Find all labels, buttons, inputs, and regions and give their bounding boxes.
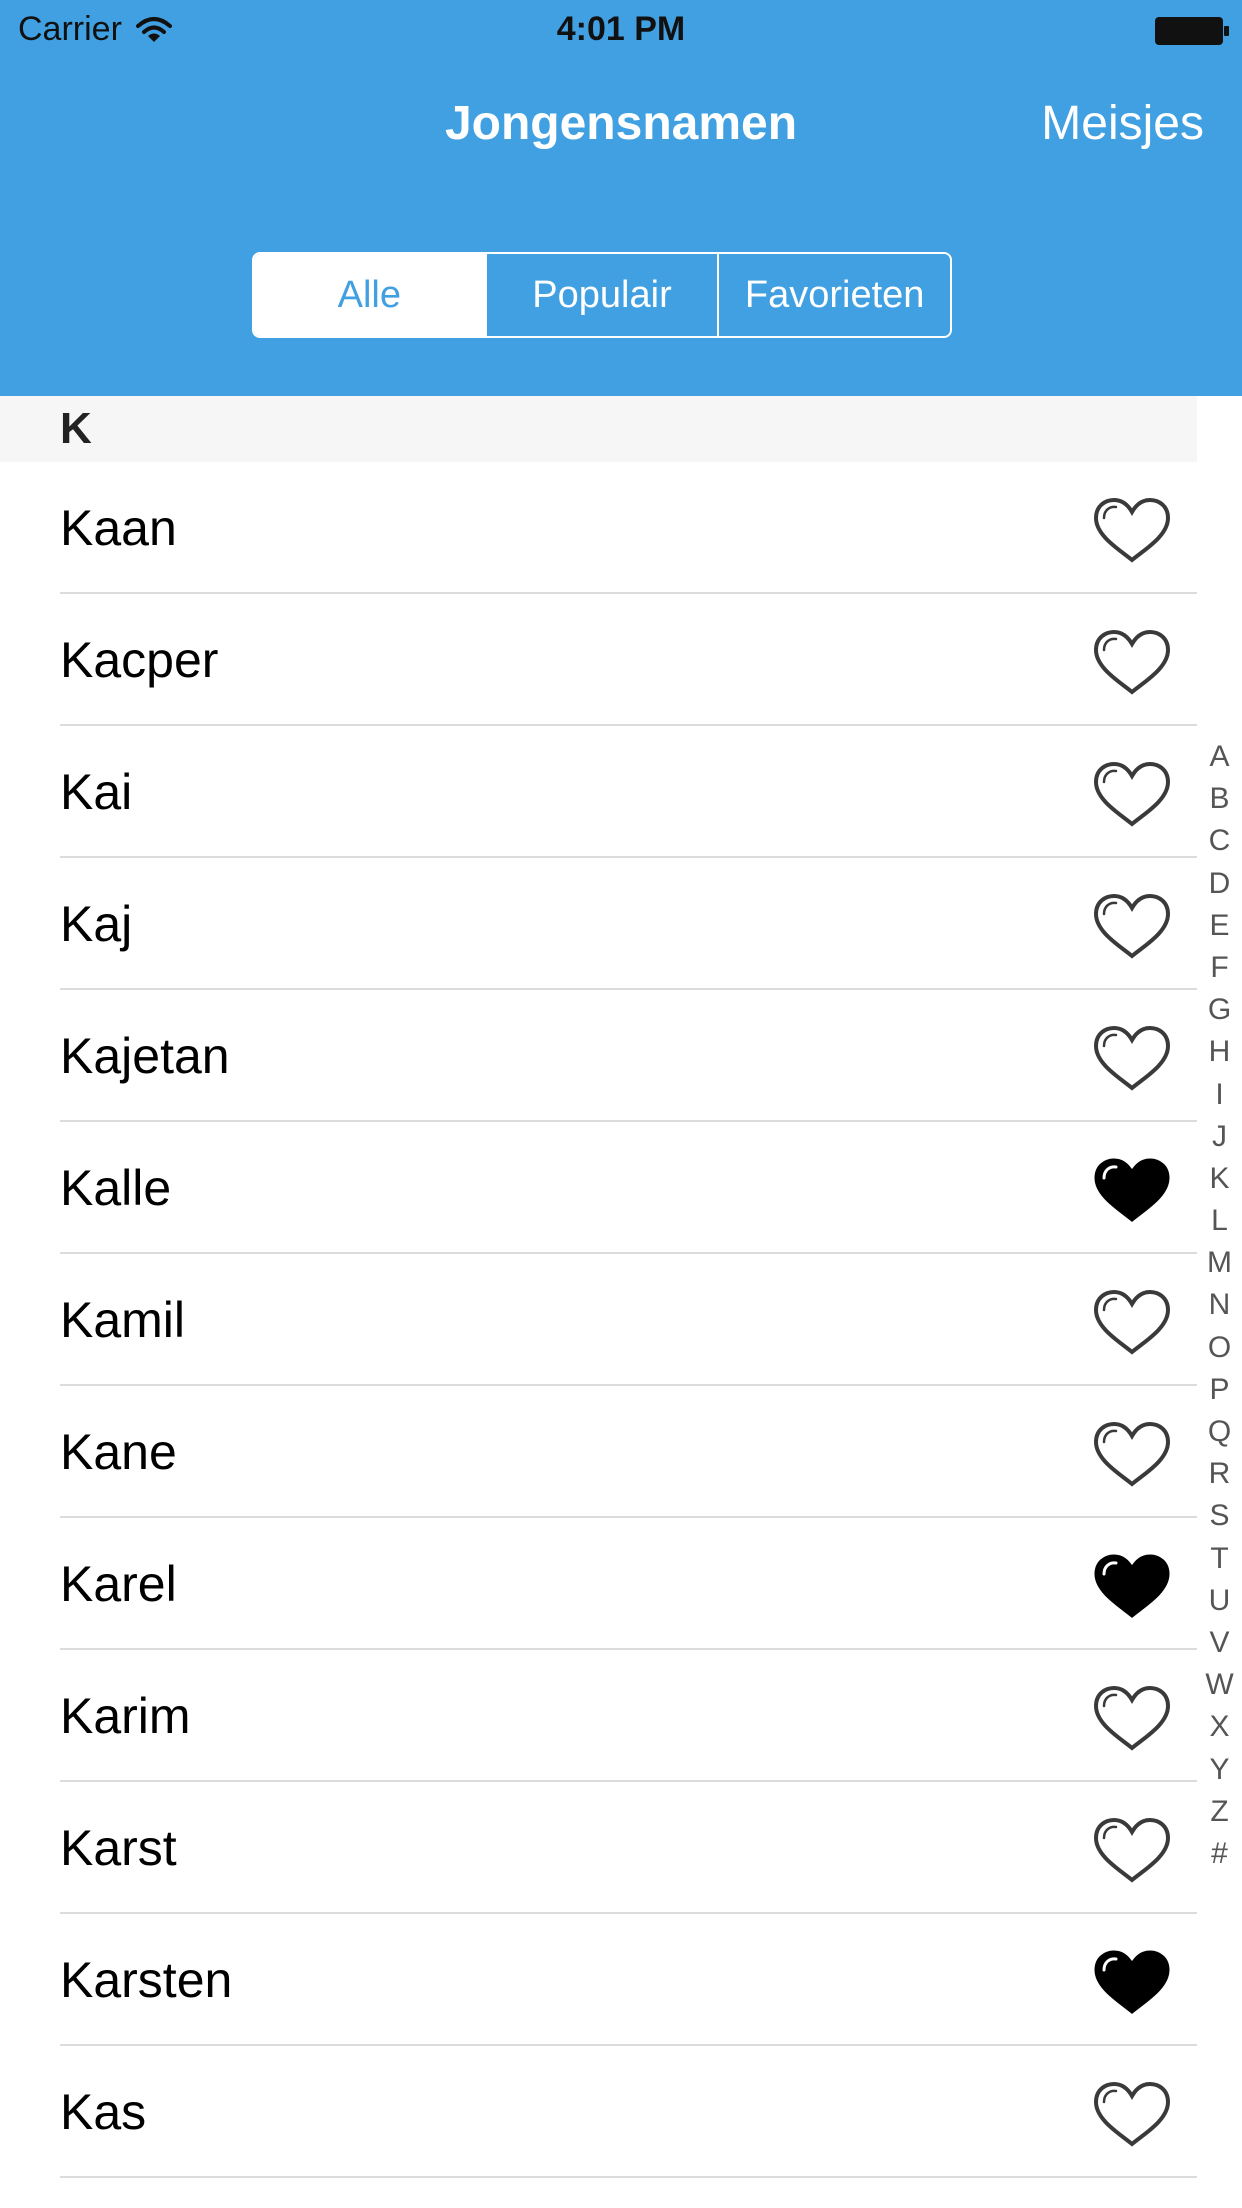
list-item[interactable]: Kajetan: [0, 990, 1197, 1122]
index-letter[interactable]: L: [1197, 1200, 1242, 1242]
index-letter[interactable]: J: [1197, 1116, 1242, 1158]
heart-outline-icon[interactable]: [1090, 1814, 1174, 1886]
index-letter[interactable]: U: [1197, 1580, 1242, 1622]
name-label: Kane: [60, 1424, 177, 1480]
name-label: Karim: [60, 1688, 191, 1744]
index-letter[interactable]: R: [1197, 1453, 1242, 1495]
index-letter[interactable]: X: [1197, 1706, 1242, 1748]
heart-filled-icon[interactable]: [1090, 1946, 1174, 2018]
list-item[interactable]: Kai: [0, 726, 1197, 858]
name-label: Kai: [60, 764, 133, 820]
list-item[interactable]: Kaj: [0, 858, 1197, 990]
name-label: Karsten: [60, 1952, 233, 2008]
index-letter[interactable]: S: [1197, 1495, 1242, 1537]
index-letter[interactable]: #: [1197, 1833, 1242, 1875]
list-item[interactable]: Kamil: [0, 1254, 1197, 1386]
list-item[interactable]: Karst: [0, 1782, 1197, 1914]
heart-outline-icon[interactable]: [1090, 1418, 1174, 1490]
heart-outline-icon[interactable]: [1090, 2078, 1174, 2150]
index-letter[interactable]: D: [1197, 863, 1242, 905]
name-label: Karst: [60, 1820, 177, 1876]
girls-names-button[interactable]: Meisjes: [1041, 96, 1204, 151]
alphabet-index[interactable]: A B C D E F G H I J K L M N O P Q R S T U V W X Y Z #: [1197, 736, 1242, 1875]
names-list: Kaan Kacper Kai Kaj Kajetan Kalle Kamil Kane Kar…: [0, 462, 1197, 2178]
index-letter[interactable]: K: [1197, 1158, 1242, 1200]
status-time: 4:01 PM: [556, 10, 686, 48]
heart-filled-icon[interactable]: [1090, 1154, 1174, 1226]
section-header: K: [0, 396, 1197, 462]
heart-outline-icon[interactable]: [1090, 1022, 1174, 1094]
name-label: Kas: [60, 2084, 147, 2140]
index-letter[interactable]: P: [1197, 1369, 1242, 1411]
battery-icon: [1155, 17, 1229, 45]
index-letter[interactable]: E: [1197, 905, 1242, 947]
index-letter[interactable]: Z: [1197, 1791, 1242, 1833]
name-label: Kalle: [60, 1160, 172, 1216]
index-letter[interactable]: V: [1197, 1622, 1242, 1664]
list-item[interactable]: Kaan: [0, 462, 1197, 594]
segment-all[interactable]: Alle: [254, 254, 485, 336]
heart-outline-icon[interactable]: [1090, 1286, 1174, 1358]
segment-favorites[interactable]: Favorieten: [717, 254, 950, 336]
index-letter[interactable]: C: [1197, 820, 1242, 862]
index-letter[interactable]: T: [1197, 1538, 1242, 1580]
filter-segmented-control: Alle Populair Favorieten: [252, 252, 952, 338]
list-item[interactable]: Karel: [0, 1518, 1197, 1650]
index-letter[interactable]: O: [1197, 1327, 1242, 1369]
name-label: Kajetan: [60, 1028, 230, 1084]
heart-outline-icon[interactable]: [1090, 890, 1174, 962]
index-letter[interactable]: F: [1197, 947, 1242, 989]
heart-filled-icon[interactable]: [1090, 1550, 1174, 1622]
index-letter[interactable]: A: [1197, 736, 1242, 778]
heart-outline-icon[interactable]: [1090, 626, 1174, 698]
index-letter[interactable]: H: [1197, 1031, 1242, 1073]
index-letter[interactable]: M: [1197, 1242, 1242, 1284]
index-letter[interactable]: Y: [1197, 1749, 1242, 1791]
list-item[interactable]: Kane: [0, 1386, 1197, 1518]
name-label: Kamil: [60, 1292, 186, 1348]
index-letter[interactable]: Q: [1197, 1411, 1242, 1453]
list-item[interactable]: Karsten: [0, 1914, 1197, 2046]
list-item[interactable]: Kalle: [0, 1122, 1197, 1254]
segment-popular[interactable]: Populair: [484, 254, 718, 336]
heart-outline-icon[interactable]: [1090, 494, 1174, 566]
name-label: Karel: [60, 1556, 177, 1612]
status-bar: Carrier 4:01 PM: [0, 0, 1242, 60]
index-letter[interactable]: G: [1197, 989, 1242, 1031]
index-letter[interactable]: W: [1197, 1664, 1242, 1706]
navigation-header: Carrier 4:01 PM Jongensnamen Meisjes All…: [0, 0, 1242, 396]
index-letter[interactable]: B: [1197, 778, 1242, 820]
heart-outline-icon[interactable]: [1090, 758, 1174, 830]
name-label: Kaj: [60, 896, 133, 952]
list-item[interactable]: Kacper: [0, 594, 1197, 726]
index-letter[interactable]: I: [1197, 1074, 1242, 1116]
name-label: Kaan: [60, 500, 177, 556]
list-item[interactable]: Kas: [0, 2046, 1197, 2178]
name-label: Kacper: [60, 632, 219, 688]
index-letter[interactable]: N: [1197, 1284, 1242, 1326]
list-item[interactable]: Karim: [0, 1650, 1197, 1782]
heart-outline-icon[interactable]: [1090, 1682, 1174, 1754]
